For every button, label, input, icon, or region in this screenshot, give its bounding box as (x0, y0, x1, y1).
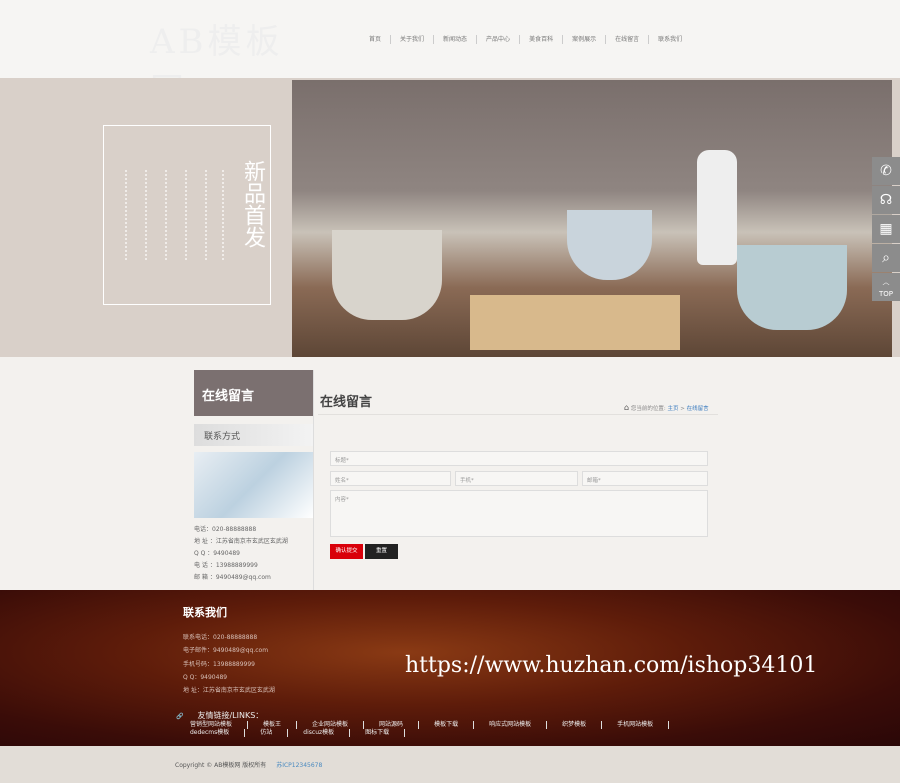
icp-link[interactable]: 苏ICP12345678 (276, 762, 322, 769)
logo[interactable]: AB模板网 (150, 14, 320, 111)
footer-title: 联系我们 (183, 606, 227, 619)
header: AB模板网 首页 关于我们 新闻动态 产品中心 美食百科 案例展示 在线留言 联… (0, 0, 900, 111)
top-label: TOP (878, 290, 893, 298)
sidebar-subtitle: 联系方式 (194, 424, 313, 446)
friend-link[interactable]: 企业网站模板 (312, 721, 365, 729)
breadcrumb-label: 您当前的位置: (630, 406, 666, 412)
nav-contact[interactable]: 联系我们 (649, 35, 691, 44)
friend-link[interactable]: dedecms模板 (190, 729, 246, 737)
breadcrumb: ⌂ 您当前的位置: 主页 > 在线留言 (624, 403, 709, 412)
friend-links: 🔗 友情链接/LINKS： 营销型网站模板 模板王 企业网站模板 网站源码 模板下… (176, 710, 696, 737)
breadcrumb-separator: > (680, 406, 685, 412)
search-icon[interactable]: ⌕ (872, 244, 900, 272)
reset-button[interactable]: 重置 (365, 544, 398, 559)
friend-link[interactable]: 仿站 (260, 729, 289, 737)
sidebar-title: 在线留言 (194, 370, 313, 416)
phone-icon[interactable]: ✆ (872, 157, 900, 185)
nav-home[interactable]: 首页 (360, 35, 392, 44)
divider (318, 414, 718, 415)
friend-link[interactable]: 响应式网站模板 (489, 721, 548, 729)
footer-mobile: 手机号码：13988889999 (183, 660, 255, 668)
contact-address: 地 址 ：江苏省南京市玄武区玄武湖 (194, 538, 288, 545)
breadcrumb-home[interactable]: 主页 (667, 406, 678, 412)
title-input[interactable]: 标题* (330, 451, 708, 466)
watermark: https://www.huzhan.com/ishop34101 (405, 653, 818, 678)
banner-title: 新品首发 (240, 160, 265, 248)
phone-input[interactable]: 手机* (455, 471, 578, 486)
email-input[interactable]: 邮箱* (582, 471, 708, 486)
copyright-bar: Copyright © AB模板网 版权所有 苏ICP12345678 (0, 746, 900, 783)
headset-icon[interactable]: ☊ (872, 186, 900, 214)
name-input[interactable]: 姓名* (330, 471, 451, 486)
contact-mobile: 电 话 ：13988889999 (194, 562, 258, 569)
main-nav: 首页 关于我们 新闻动态 产品中心 美食百科 案例展示 在线留言 联系我们 (360, 35, 691, 44)
banner-decor-line (145, 170, 147, 260)
footer-qq: Q Q：9490489 (183, 673, 228, 681)
copyright-text: Copyright © AB模板网 版权所有 (175, 762, 267, 769)
banner-decor-line (165, 170, 167, 260)
content-textarea[interactable]: 内容* (330, 490, 708, 537)
friend-link[interactable]: 图标下载 (365, 729, 406, 737)
friend-link[interactable]: 模板下载 (434, 721, 475, 729)
nav-news[interactable]: 新闻动态 (434, 35, 478, 44)
links-title: 友情链接/LINKS： (197, 711, 264, 720)
banner-image (292, 80, 892, 357)
sidebar: 在线留言 联系方式 电话：020-88888888 地 址 ：江苏省南京市玄武区… (194, 370, 314, 590)
contact-image (194, 452, 313, 518)
qrcode-icon[interactable]: ▦ (872, 215, 900, 243)
friend-link[interactable]: 营销型网站模板 (190, 721, 249, 729)
friend-link[interactable]: 织梦模板 (562, 721, 603, 729)
nav-message[interactable]: 在线留言 (606, 35, 650, 44)
banner-decor-line (185, 170, 187, 260)
friend-link[interactable]: discuz模板 (303, 729, 351, 737)
banner-decor-line (125, 170, 127, 260)
top-icon[interactable]: ︿ TOP (872, 273, 900, 301)
floating-toolbar: ✆ ☊ ▦ ⌕ ︿ TOP (872, 157, 900, 302)
nav-about[interactable]: 关于我们 (391, 35, 435, 44)
contact-phone: 电话：020-88888888 (194, 526, 257, 533)
nav-products[interactable]: 产品中心 (477, 35, 521, 44)
friend-link[interactable]: 模板王 (263, 721, 298, 729)
home-icon: ⌂ (624, 403, 630, 412)
footer-email: 电子邮件：9490489@qq.com (183, 647, 269, 655)
banner-decor-line (205, 170, 207, 260)
contact-email: 邮 箱 ：9490489@qq.com (194, 574, 271, 581)
nav-food[interactable]: 美食百科 (520, 35, 564, 44)
page-title: 在线留言 (320, 395, 373, 410)
breadcrumb-current[interactable]: 在线留言 (687, 406, 709, 412)
footer-contact: 联系电话：020-88888888 电子邮件：9490489@qq.com 手机… (183, 631, 275, 697)
footer-phone: 联系电话：020-88888888 (183, 634, 258, 641)
friend-link[interactable]: 手机网站模板 (617, 721, 670, 729)
banner-decor-line (222, 170, 224, 260)
link-icon: 🔗 (176, 713, 184, 720)
sidebar-contact: 电话：020-88888888 地 址 ：江苏省南京市玄武区玄武湖 Q Q ：9… (194, 524, 313, 584)
friend-link[interactable]: 网站源码 (379, 721, 420, 729)
footer-address: 地 址：江苏省南京市玄武区玄武湖 (183, 687, 275, 695)
nav-cases[interactable]: 案例展示 (563, 35, 607, 44)
links-row: 营销型网站模板 模板王 企业网站模板 网站源码 模板下载 响应式网站模板 织梦模… (176, 721, 696, 737)
submit-button[interactable]: 确认提交 (330, 544, 363, 559)
contact-qq: Q Q ：9490489 (194, 550, 240, 557)
